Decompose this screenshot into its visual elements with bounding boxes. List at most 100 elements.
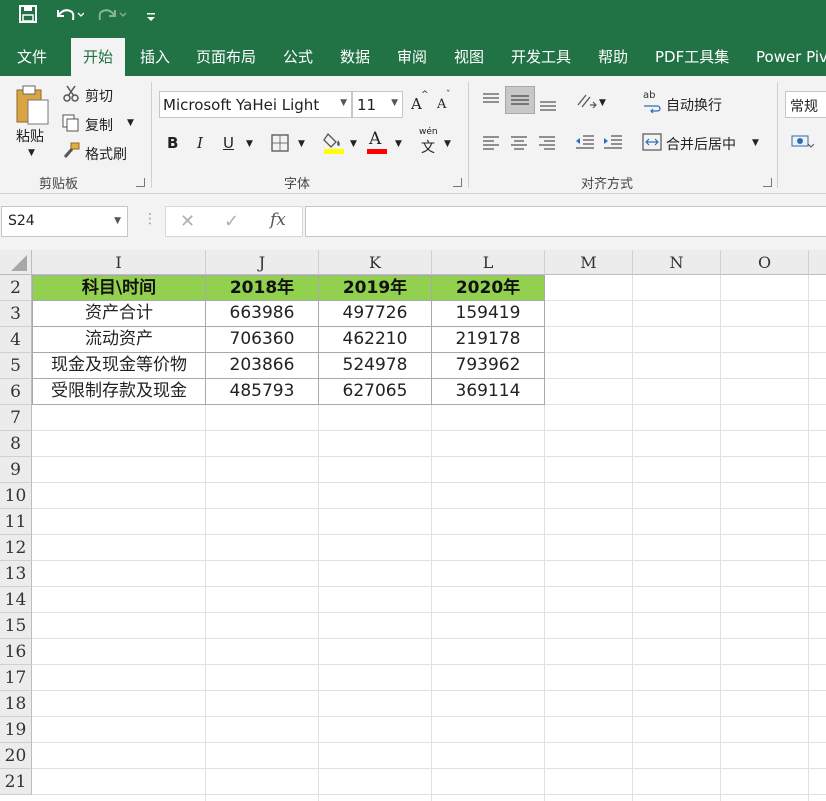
currency-icon[interactable]: [790, 132, 815, 156]
row-header-11[interactable]: 11: [0, 509, 32, 535]
alignment-launcher-icon[interactable]: [763, 178, 772, 187]
font-color-dropdown-icon[interactable]: ▼: [395, 139, 402, 149]
row-header-19[interactable]: 19: [0, 717, 32, 743]
table-cell[interactable]: 663986: [206, 301, 319, 327]
table-cell[interactable]: 793962: [432, 353, 545, 379]
row-header-6[interactable]: 6: [0, 379, 32, 405]
enter-icon[interactable]: ✓: [224, 211, 239, 232]
row-header-20[interactable]: 20: [0, 743, 32, 769]
tab-developer[interactable]: 开发工具: [511, 38, 571, 76]
orientation-dropdown-icon[interactable]: ▼: [599, 98, 606, 108]
table-header-cell[interactable]: 2018年: [206, 275, 319, 301]
copy-button[interactable]: 复制: [85, 115, 113, 135]
col-header-partial[interactable]: [809, 250, 826, 275]
row-header-4[interactable]: 4: [0, 327, 32, 353]
col-header-L[interactable]: L: [432, 250, 545, 275]
tab-power-pivot[interactable]: Power Piv: [756, 38, 826, 76]
italic-button[interactable]: I: [197, 134, 203, 152]
row-header-9[interactable]: 9: [0, 457, 32, 483]
phonetic-button[interactable]: 文: [421, 137, 435, 157]
table-header-cell[interactable]: 科目\时间: [32, 275, 206, 301]
undo-icon[interactable]: [54, 4, 85, 28]
col-header-J[interactable]: J: [206, 250, 319, 275]
number-format-select[interactable]: 常规: [785, 91, 826, 118]
row-header-15[interactable]: 15: [0, 613, 32, 639]
drag-handle-icon[interactable]: ⋮: [143, 211, 157, 227]
row-header-18[interactable]: 18: [0, 691, 32, 717]
insert-function-button[interactable]: fx: [270, 210, 286, 230]
table-cell[interactable]: 资产合计: [32, 301, 206, 327]
row-header-3[interactable]: 3: [0, 301, 32, 327]
col-header-K[interactable]: K: [319, 250, 432, 275]
row-header-2[interactable]: 2: [0, 275, 32, 301]
row-header-21[interactable]: 21: [0, 769, 32, 795]
paste-dropdown-icon[interactable]: ▼: [28, 148, 35, 158]
tab-formulas[interactable]: 公式: [283, 38, 313, 76]
row-header-16[interactable]: 16: [0, 639, 32, 665]
row-header-13[interactable]: 13: [0, 561, 32, 587]
merge-dropdown-icon[interactable]: ▼: [752, 138, 759, 148]
wrap-text-button[interactable]: 自动换行: [666, 95, 722, 115]
table-cell[interactable]: 159419: [432, 301, 545, 327]
fill-color-icon[interactable]: [323, 131, 345, 159]
table-cell[interactable]: 219178: [432, 327, 545, 353]
cut-button[interactable]: 剪切: [85, 86, 113, 106]
paste-button[interactable]: 粘贴: [16, 126, 44, 146]
increase-indent-icon[interactable]: [603, 134, 623, 156]
clipboard-launcher-icon[interactable]: [136, 178, 145, 187]
save-icon[interactable]: [18, 4, 38, 28]
copy-dropdown-icon[interactable]: ▼: [127, 118, 134, 128]
row-header-5[interactable]: 5: [0, 353, 32, 379]
worksheet-grid[interactable]: I J K L M N O 2 3 4 5 6 7 8 9 10 11 12 1…: [0, 250, 826, 801]
table-cell[interactable]: 受限制存款及现金: [32, 379, 206, 405]
phonetic-dropdown-icon[interactable]: ▼: [444, 139, 451, 149]
row-header-14[interactable]: 14: [0, 587, 32, 613]
font-launcher-icon[interactable]: [453, 178, 462, 187]
borders-icon[interactable]: [271, 134, 289, 156]
align-bottom-icon[interactable]: [538, 98, 558, 118]
row-header-7[interactable]: 7: [0, 405, 32, 431]
tab-help[interactable]: 帮助: [598, 38, 628, 76]
tab-file[interactable]: 文件: [17, 38, 47, 76]
tab-page-layout[interactable]: 页面布局: [196, 38, 256, 76]
tab-view[interactable]: 视图: [454, 38, 484, 76]
table-cell[interactable]: 485793: [206, 379, 319, 405]
table-header-cell[interactable]: 2020年: [432, 275, 545, 301]
table-cell[interactable]: 627065: [319, 379, 432, 405]
cancel-icon[interactable]: ✕: [180, 211, 195, 232]
col-header-N[interactable]: N: [633, 250, 721, 275]
name-box[interactable]: S24 ▼: [1, 206, 128, 237]
redo-icon[interactable]: [97, 4, 127, 28]
tab-data[interactable]: 数据: [340, 38, 370, 76]
table-cell[interactable]: 现金及现金等价物: [32, 353, 206, 379]
select-all-corner[interactable]: [0, 250, 32, 275]
font-name-select[interactable]: Microsoft YaHei Light ▼: [159, 91, 352, 118]
table-cell[interactable]: 462210: [319, 327, 432, 353]
font-color-button[interactable]: A: [369, 129, 381, 149]
align-middle-icon[interactable]: [505, 86, 535, 114]
format-painter-button[interactable]: 格式刷: [85, 144, 127, 164]
formula-input[interactable]: [305, 206, 826, 237]
underline-dropdown-icon[interactable]: ▼: [246, 139, 253, 149]
fill-color-dropdown-icon[interactable]: ▼: [350, 139, 357, 149]
col-header-O[interactable]: O: [721, 250, 809, 275]
paste-icon[interactable]: [14, 84, 50, 130]
tab-review[interactable]: 审阅: [397, 38, 427, 76]
table-header-cell[interactable]: 2019年: [319, 275, 432, 301]
align-right-icon[interactable]: [538, 135, 556, 155]
decrease-indent-icon[interactable]: [575, 134, 595, 156]
align-left-icon[interactable]: [482, 135, 500, 155]
row-header-17[interactable]: 17: [0, 665, 32, 691]
row-header-10[interactable]: 10: [0, 483, 32, 509]
tab-insert[interactable]: 插入: [140, 38, 170, 76]
bold-button[interactable]: B: [167, 134, 178, 152]
tab-home[interactable]: 开始: [71, 38, 126, 76]
row-header-8[interactable]: 8: [0, 431, 32, 457]
shrink-font-button[interactable]: A: [437, 97, 446, 112]
col-header-M[interactable]: M: [545, 250, 633, 275]
table-cell[interactable]: 203866: [206, 353, 319, 379]
customize-icon[interactable]: [145, 4, 157, 28]
align-center-icon[interactable]: [510, 135, 528, 155]
align-top-icon[interactable]: [481, 92, 501, 112]
row-header-12[interactable]: 12: [0, 535, 32, 561]
